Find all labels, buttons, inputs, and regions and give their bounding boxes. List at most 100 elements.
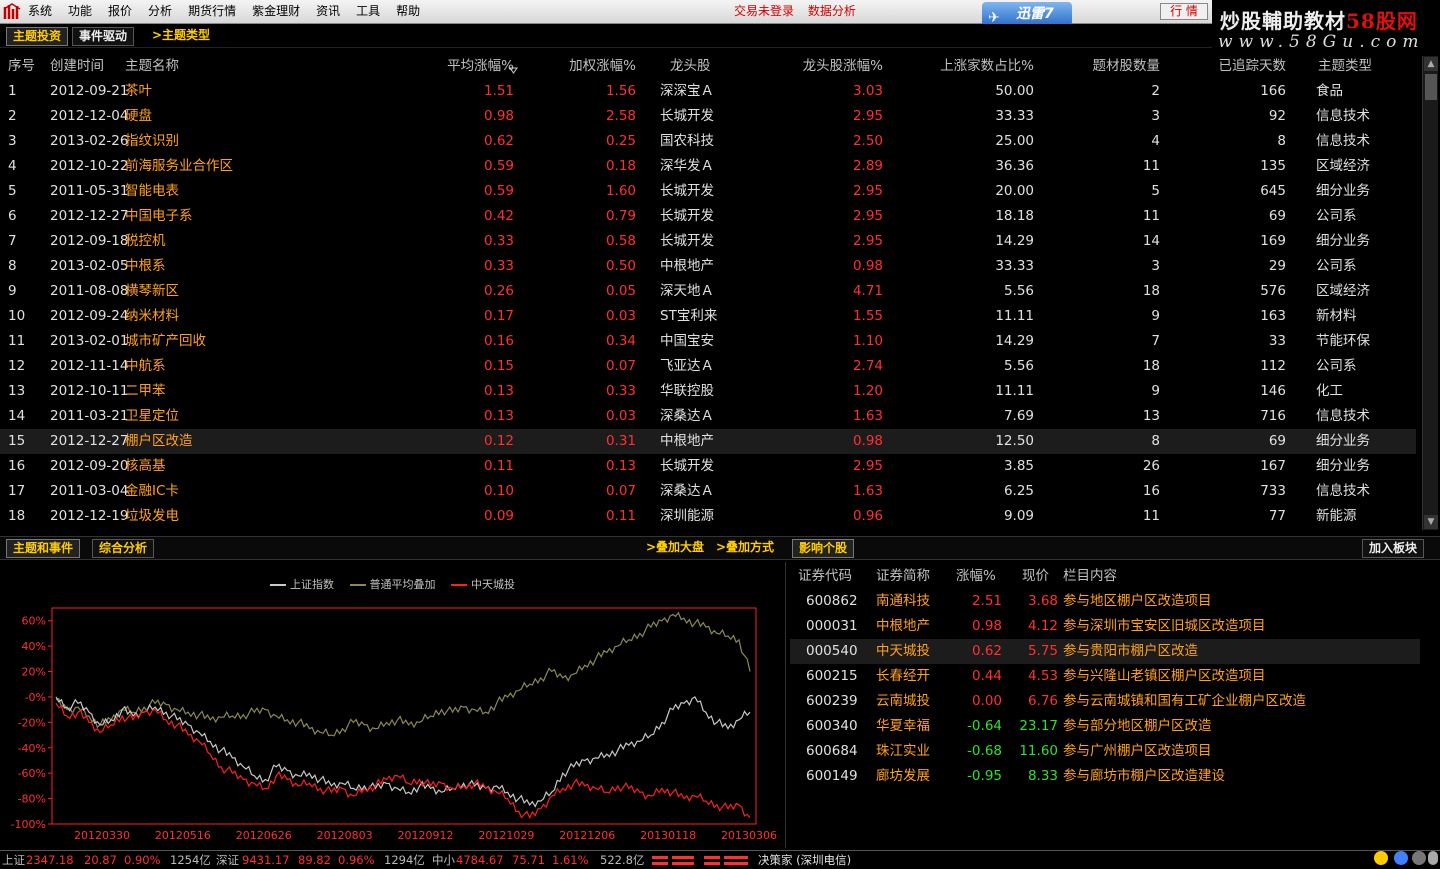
row-tracked-days: 716 [1260, 408, 1286, 424]
row-up-ratio: 7.69 [1003, 408, 1034, 424]
col-tracked-days[interactable]: 已追踪天数 [1168, 54, 1287, 79]
col-up-ratio[interactable]: 上涨家数占比% [890, 54, 1034, 79]
row-weighted-change: 0.50 [605, 258, 636, 274]
col-theme-type[interactable]: 主题类型 [1318, 54, 1398, 79]
col-leader-change[interactable]: 龙头股涨幅% [756, 54, 883, 79]
table-row[interactable]: 13 2012-10-11 二甲苯 0.13 0.33 华联控股 1.20 11.11 9 146… [0, 379, 1416, 404]
scroll-up-icon[interactable]: ▲ [1424, 57, 1438, 71]
stock-row[interactable]: 600340 华夏幸福 -0.64 23.17 参与部分地区棚户区改造 [790, 714, 1420, 739]
table-row[interactable]: 14 2011-03-21 卫星定位 0.13 0.03 深桑达Ａ 1.63 7.69 13 71… [0, 404, 1416, 429]
y-tick-label: -100% [11, 818, 46, 831]
theme-type-link[interactable]: >主题类型 [146, 27, 216, 46]
col-avg-change[interactable]: 平均涨幅% [408, 54, 514, 79]
col-short-name[interactable]: 证券简称 [876, 564, 956, 589]
overlay-index-link[interactable]: >叠加大盘 [640, 539, 710, 558]
table-scrollbar[interactable]: ▲ ▼ [1422, 56, 1438, 530]
col-content[interactable]: 栏目内容 [1063, 564, 1440, 589]
quote-button[interactable]: 行 情 [1160, 3, 1208, 20]
scroll-thumb[interactable] [1425, 74, 1437, 100]
table-row[interactable]: 2 2012-12-04 硬盘 0.98 2.58 长城开发 2.95 33.33 3 92 信息技… [0, 104, 1416, 129]
add-to-sector-button[interactable]: 加入板块 [1362, 539, 1425, 558]
data-analysis-link[interactable]: 数据分析 [808, 4, 856, 18]
col-stock-count[interactable]: 题材股数量 [1040, 54, 1161, 79]
col-index[interactable]: 序号 [8, 54, 38, 79]
stock-change: -0.68 [967, 743, 1002, 759]
tab-theme-event[interactable]: 主题和事件 [6, 539, 81, 558]
row-leader-change: 0.98 [852, 433, 883, 449]
tab-event-driven[interactable]: 事件驱动 [72, 27, 135, 46]
table-row[interactable]: 16 2012-09-20 核高基 0.11 0.13 长城开发 2.95 3.85 26 167… [0, 454, 1416, 479]
user-icon[interactable] [1394, 851, 1408, 865]
table-row[interactable]: 1 2012-09-21 茶叶 1.51 1.56 深深宝Ａ 3.03 50.00 2 166 食品 [0, 79, 1416, 104]
col-code[interactable]: 证券代码 [798, 564, 868, 589]
row-weighted-change: 0.33 [605, 383, 636, 399]
table-row[interactable]: 5 2011-05-31 智能电表 0.59 1.60 长城开发 2.95 20.00 5 645… [0, 179, 1416, 204]
x-tick-label: 20121029 [478, 829, 534, 842]
menu-help[interactable]: 帮助 [396, 0, 420, 22]
row-leader: 深天地Ａ [660, 283, 714, 299]
stock-row[interactable]: 600149 廊坊发展 -0.95 8.33 参与廊坊市棚户区改造建设 [790, 764, 1420, 789]
menu-news[interactable]: 资讯 [316, 0, 340, 22]
row-avg-change: 0.09 [483, 508, 514, 524]
row-leader: 国农科技 [660, 133, 714, 149]
row-theme-name: 棚户区改造 [125, 433, 193, 449]
tab-comprehensive[interactable]: 综合分析 [92, 539, 155, 558]
stock-row[interactable]: 600684 珠江实业 -0.68 11.60 参与广州棚户区改造项目 [790, 739, 1420, 764]
table-row[interactable]: 6 2012-12-27 中国电子系 0.42 0.79 长城开发 2.95 18.18 11 6… [0, 204, 1416, 229]
row-theme-type: 新材料 [1316, 308, 1357, 324]
table-row[interactable]: 12 2012-11-14 中航系 0.15 0.07 飞亚达Ａ 2.74 5.56 18 112… [0, 354, 1416, 379]
row-theme-name: 城市矿产回收 [125, 333, 206, 349]
menu-quote[interactable]: 报价 [108, 0, 132, 22]
col-change[interactable]: 涨幅% [956, 564, 1018, 589]
bell-icon[interactable] [1374, 851, 1388, 865]
menu-icon[interactable] [1428, 851, 1438, 865]
table-row[interactable]: 15 2012-12-27 棚户区改造 0.12 0.31 中根地产 0.98 12.50 8 6… [0, 429, 1416, 454]
menu-tools[interactable]: 工具 [356, 0, 380, 22]
tab-affected-stocks[interactable]: 影响个股 [792, 539, 855, 558]
stock-row[interactable]: 600239 云南城投 0.00 6.76 参与云南城镇和国有工矿企业棚户区改造 [790, 689, 1420, 714]
row-theme-type: 信息技术 [1316, 408, 1370, 424]
menu-system[interactable]: 系统 [28, 0, 52, 22]
table-row[interactable]: 3 2013-02-26 指纹识别 0.62 0.25 国农科技 2.50 25.00 4 8 信息… [0, 129, 1416, 154]
col-weighted-change[interactable]: 加权涨幅% [520, 54, 636, 79]
row-avg-change: 0.10 [483, 483, 514, 499]
col-leader[interactable]: 龙头股 [670, 54, 760, 79]
trade-login-link[interactable]: 交易未登录 [734, 4, 794, 18]
lock-icon[interactable] [1412, 851, 1426, 865]
server-info: 决策家 (深圳电信) [758, 853, 852, 867]
table-row[interactable]: 18 2012-12-19 垃圾发电 0.09 0.11 深圳能源 0.96 9.09 11 77… [0, 504, 1416, 529]
y-tick-label: 60% [22, 615, 46, 628]
menu-analysis[interactable]: 分析 [148, 0, 172, 22]
col-create-date[interactable]: 创建时间 [50, 54, 120, 79]
overlay-mode-link[interactable]: >叠加方式 [710, 539, 780, 558]
table-row[interactable]: 8 2013-02-05 中根系 0.33 0.50 中根地产 0.98 33.33 3 29 公司… [0, 254, 1416, 279]
table-row[interactable]: 10 2012-09-24 纳米材料 0.17 0.03 ST宝利来 1.55 11.11 9 1… [0, 304, 1416, 329]
table-row[interactable]: 17 2011-03-04 金融IC卡 0.10 0.07 深桑达Ａ 1.63 6.25 16 7… [0, 479, 1416, 504]
line-chart[interactable]: 60% 40% 20% -0% -20% -40% -60% -80% -100% 2012033… [0, 562, 786, 848]
stock-row[interactable]: 000031 中根地产 0.98 4.12 参与深圳市宝安区旧城区改造项目 [790, 614, 1420, 639]
tab-theme-investment[interactable]: 主题投资 [6, 27, 69, 46]
menu-futures[interactable]: 期货行情 [188, 0, 236, 22]
stock-row[interactable]: 600862 南通科技 2.51 3.68 参与地区棚户区改造项目 [790, 589, 1420, 614]
row-tracked-days: 8 [1277, 133, 1286, 149]
stock-code: 600340 [806, 718, 858, 734]
table-row[interactable]: 11 2013-02-01 城市矿产回收 0.16 0.34 中国宝安 1.10 14.29 7… [0, 329, 1416, 354]
row-avg-change: 0.33 [483, 258, 514, 274]
menu-finance[interactable]: 紫金理财 [252, 0, 300, 22]
zx-volume: 522.8亿 [600, 853, 645, 867]
stock-code: 600684 [806, 743, 858, 759]
middle-toolbar: 主题和事件 综合分析 >叠加大盘 >叠加方式 影响个股 加入板块 [0, 536, 1440, 560]
stock-row[interactable]: 600215 长春经开 0.44 4.53 参与兴隆山老镇区棚户区改造项目 [790, 664, 1420, 689]
stock-code: 600239 [806, 693, 858, 709]
table-row[interactable]: 9 2011-08-08 横琴新区 0.26 0.05 深天地Ａ 4.71 5.56 18 576… [0, 279, 1416, 304]
table-row[interactable]: 7 2012-09-18 税控机 0.33 0.58 长城开发 2.95 14.29 14 169… [0, 229, 1416, 254]
scroll-down-icon[interactable]: ▼ [1424, 515, 1438, 529]
row-date: 2012-12-19 [50, 508, 129, 524]
table-row[interactable]: 4 2012-10-22 前海服务业合作区 0.59 0.18 深华发Ａ 2.89 36.36… [0, 154, 1416, 179]
row-stock-count: 11 [1142, 158, 1160, 174]
menu-function[interactable]: 功能 [68, 0, 92, 22]
xunlei-button[interactable]: ✈ 迅雷7 [982, 2, 1072, 26]
row-tracked-days: 166 [1260, 83, 1286, 99]
stock-row[interactable]: 000540 中天城投 0.62 5.75 参与贵阳市棚户区改造 [790, 639, 1420, 664]
col-theme-name[interactable]: 主题名称 [125, 54, 405, 79]
